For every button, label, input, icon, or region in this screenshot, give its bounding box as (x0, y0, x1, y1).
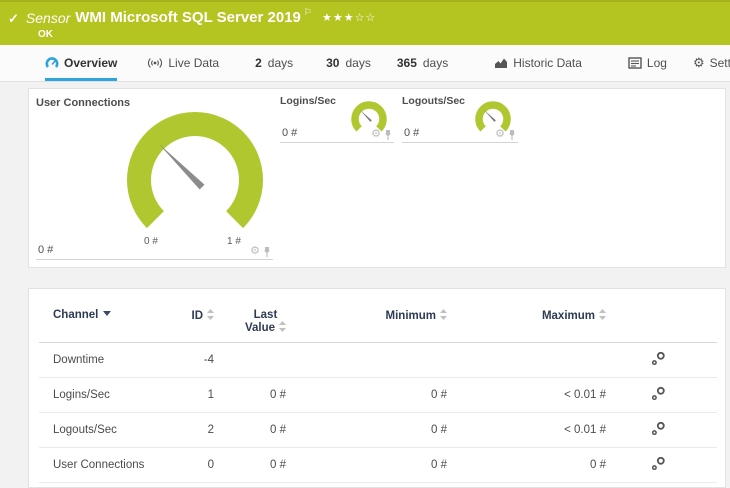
tab-settings[interactable]: ⚙ Settings (693, 45, 730, 81)
cell-id: 2 (154, 412, 214, 448)
gauge-logouts-sec: Logouts/Sec 0 # ⚙ (402, 95, 518, 143)
cell-last-value (214, 342, 286, 378)
gauge-user-connections: User Connections 0 # 1 # 0 # ⚙ (36, 95, 273, 260)
gauge-icon (45, 57, 59, 68)
tab-day-count: 365 (396, 55, 417, 70)
column-header-last-value[interactable]: Last Value (214, 289, 286, 343)
table-row[interactable]: User Connections 0 0 # 0 # 0 # (39, 447, 717, 483)
column-header-minimum[interactable]: Minimum (286, 289, 447, 343)
cell-last-value: 0 # (214, 377, 286, 413)
channel-settings-icon[interactable] (651, 421, 666, 436)
sort-icon (440, 309, 447, 320)
cell-channel[interactable]: Downtime (39, 342, 154, 378)
cell-maximum: < 0.01 # (447, 377, 606, 413)
table-row[interactable]: Downtime -4 (39, 342, 717, 378)
sort-icon (207, 309, 214, 320)
gear-icon: ⚙ (692, 55, 705, 70)
channel-settings-icon[interactable] (651, 386, 666, 401)
channels-panel: Channel ID Last Value Minimum Maximum Do… (28, 288, 726, 488)
cell-last-value: 0 # (214, 447, 286, 483)
cell-id: -4 (154, 342, 214, 378)
cell-maximum (447, 342, 606, 378)
column-header-maximum[interactable]: Maximum (447, 289, 606, 343)
live-data-icon (148, 57, 163, 68)
tab-label: Settings (709, 55, 730, 70)
column-label: Last (253, 309, 278, 321)
table-row[interactable]: Logouts/Sec 2 0 # 0 # < 0.01 # (39, 412, 717, 448)
tab-live-data[interactable]: Live Data (147, 45, 219, 81)
historic-data-icon (495, 58, 508, 68)
gauge-scale-max: 1 # (227, 236, 241, 247)
sensor-status-badge: OK (38, 29, 53, 40)
tab-label: days (422, 55, 449, 70)
tab-label: Overview (64, 55, 118, 70)
gear-icon[interactable]: ⚙ (250, 246, 260, 257)
cell-minimum: 0 # (286, 377, 447, 413)
tab-label: Historic Data (513, 55, 582, 70)
channel-settings-icon[interactable] (651, 456, 666, 471)
tab-2-days[interactable]: 2 days (255, 45, 293, 81)
tab-day-count: 2 (255, 55, 262, 70)
tab-overview[interactable]: Overview (45, 45, 118, 81)
pin-icon[interactable] (384, 129, 392, 140)
column-label: Minimum (385, 310, 436, 322)
sort-icon (599, 309, 606, 320)
column-label: Maximum (541, 310, 595, 322)
gauge-logins-sec: Logins/Sec 0 # ⚙ (280, 95, 394, 143)
sensor-kind-label: Sensor (25, 10, 71, 26)
column-label: Value (244, 322, 275, 334)
cell-minimum: 0 # (286, 412, 447, 448)
tab-label: Live Data (168, 55, 220, 70)
pin-icon[interactable] (508, 129, 516, 140)
tab-30-days[interactable]: 30 days (326, 45, 371, 81)
tab-label: days (267, 55, 294, 70)
gauge-value: 0 # (404, 127, 420, 139)
log-icon (628, 56, 642, 69)
gear-icon[interactable]: ⚙ (495, 129, 505, 140)
table-row[interactable]: Logins/Sec 1 0 # 0 # < 0.01 # (39, 377, 717, 413)
priority-stars[interactable]: ★★★☆☆ (322, 11, 376, 24)
cell-channel[interactable]: Logins/Sec (39, 377, 154, 413)
status-check-icon: ✓ (8, 11, 19, 26)
tab-historic-data[interactable]: Historic Data (494, 45, 582, 81)
gauge-needle (158, 143, 205, 190)
pin-icon[interactable] (263, 246, 271, 257)
gauge-dial (127, 112, 263, 229)
tab-label: Log (646, 55, 667, 70)
sensor-header: ✓ Sensor WMI Microsoft SQL Server 2019 ⚐… (0, 0, 730, 45)
sensor-title: WMI Microsoft SQL Server 2019 (75, 9, 301, 26)
tab-log[interactable]: Log (628, 45, 667, 81)
column-header-edit (606, 289, 717, 343)
gauge-value: 0 # (282, 127, 298, 139)
cell-maximum: < 0.01 # (447, 412, 606, 448)
cell-id: 1 (154, 377, 214, 413)
channel-settings-icon[interactable] (651, 351, 666, 366)
cell-maximum: 0 # (447, 447, 606, 483)
tab-day-count: 30 (326, 55, 340, 70)
sort-icon (279, 321, 286, 332)
tab-label: days (345, 55, 371, 70)
column-header-id[interactable]: ID (154, 289, 214, 343)
column-label: Channel (53, 309, 99, 321)
cell-minimum (286, 342, 447, 378)
channels-table: Channel ID Last Value Minimum Maximum Do… (39, 289, 717, 483)
tab-365-days[interactable]: 365 days (397, 45, 448, 81)
tab-bar: Overview Live Data 2 days 30 days 365 da… (0, 45, 730, 82)
gauges-panel: User Connections 0 # 1 # 0 # ⚙ Logins/Se… (28, 88, 726, 268)
column-header-channel[interactable]: Channel (39, 289, 154, 343)
gauge-value: 0 # (38, 244, 54, 256)
cell-channel[interactable]: User Connections (39, 447, 154, 483)
sort-desc-icon (103, 311, 112, 316)
cell-last-value: 0 # (214, 412, 286, 448)
gauge-scale-min: 0 # (144, 236, 158, 247)
gear-icon[interactable]: ⚙ (371, 129, 381, 140)
flag-icon[interactable]: ⚐ (304, 7, 312, 18)
cell-channel[interactable]: Logouts/Sec (39, 412, 154, 448)
cell-minimum: 0 # (286, 447, 447, 483)
column-label: ID (191, 310, 204, 322)
cell-id: 0 (154, 447, 214, 483)
